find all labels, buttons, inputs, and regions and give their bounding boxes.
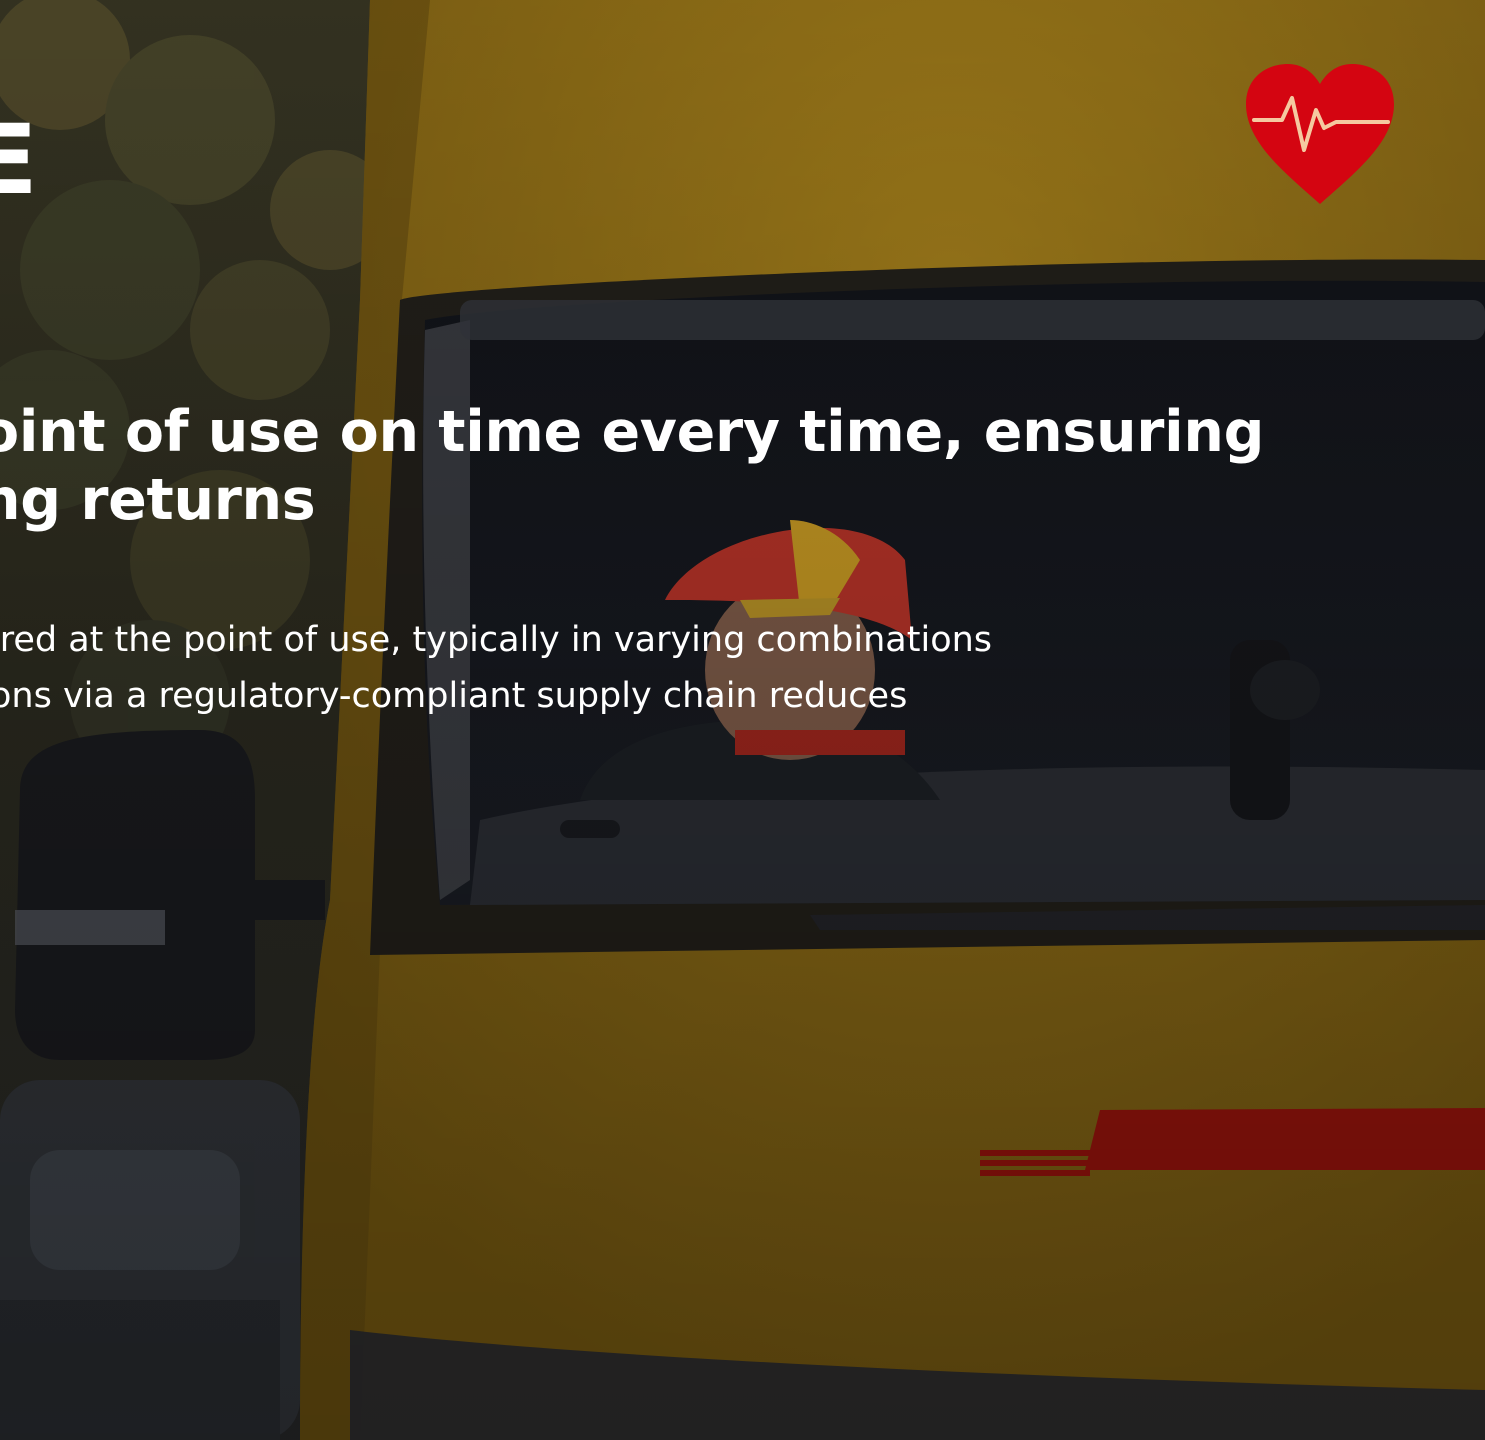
hero-headline-line-2: ng returns	[0, 467, 316, 533]
hero-banner: E oint of use on time every time, ensuri…	[0, 0, 1485, 1440]
hero-body-line-1: ired at the point of use, typically in v…	[0, 620, 993, 660]
hero-body-copy: ired at the point of use, typically in v…	[0, 612, 992, 724]
heart-pulse-icon	[1246, 64, 1394, 204]
section-heading-fragment: E	[0, 104, 38, 216]
hero-headline-line-1: oint of use on time every time, ensuring	[0, 399, 1265, 465]
hero-headline: oint of use on time every time, ensuring…	[0, 398, 1264, 534]
hero-body-line-2: ons via a regulatory-compliant supply ch…	[0, 676, 908, 716]
